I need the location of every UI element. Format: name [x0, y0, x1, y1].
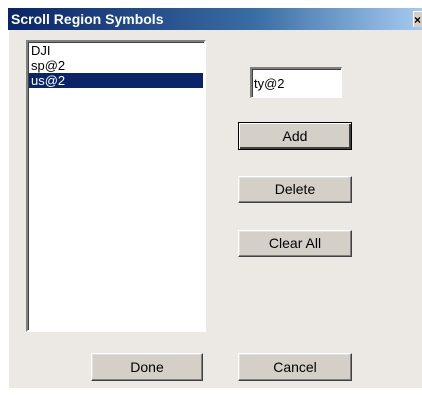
list-item[interactable]: DJI: [29, 43, 203, 58]
cancel-button[interactable]: Cancel: [238, 353, 352, 381]
add-button[interactable]: Add: [238, 122, 352, 150]
dialog-window: Scroll Region Symbols × DJI sp@2 us@2 Ad…: [0, 0, 422, 395]
done-button[interactable]: Done: [91, 353, 203, 381]
list-item-selected[interactable]: us@2: [29, 73, 203, 88]
close-icon[interactable]: ×: [413, 11, 422, 27]
title-bar[interactable]: Scroll Region Symbols ×: [8, 8, 422, 30]
clear-all-button[interactable]: Clear All: [238, 230, 352, 257]
delete-button[interactable]: Delete: [238, 176, 352, 203]
symbols-listbox[interactable]: DJI sp@2 us@2: [26, 40, 206, 332]
window-title: Scroll Region Symbols: [11, 11, 164, 27]
symbols-list: DJI sp@2 us@2: [28, 42, 204, 88]
symbol-input[interactable]: [250, 67, 342, 98]
list-item[interactable]: sp@2: [29, 58, 203, 73]
